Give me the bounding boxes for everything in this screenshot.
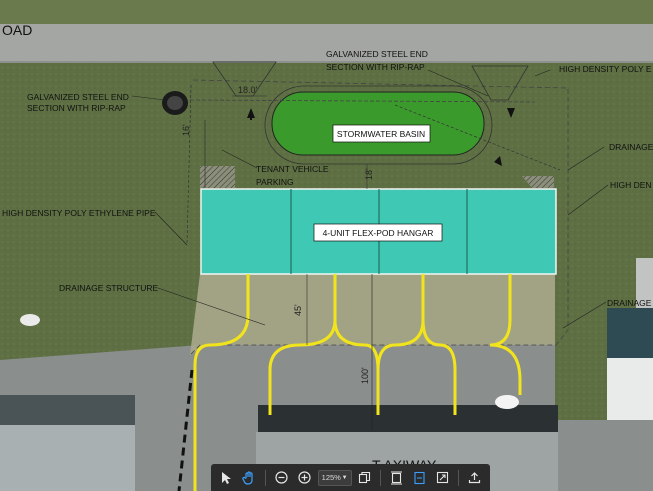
fit-width-icon bbox=[414, 471, 425, 484]
pointer-icon bbox=[222, 471, 232, 484]
label-drainage-left: DRAINAGE STRUCTURE bbox=[59, 283, 159, 293]
label-drainage-right-top: DRAINAGE bbox=[609, 142, 653, 152]
road-label: OAD bbox=[2, 22, 32, 38]
label-hdpe-right: HIGH DENSITY POLY E bbox=[559, 64, 652, 74]
fit-page-button[interactable] bbox=[387, 467, 406, 489]
zoom-level-value: 125% bbox=[321, 473, 341, 482]
parked-car bbox=[20, 314, 40, 326]
copy-icon bbox=[359, 471, 371, 484]
zoom-in-button[interactable] bbox=[295, 467, 314, 489]
label-drainage-right-bottom: DRAINAGE bbox=[607, 298, 652, 308]
dim-left: 16' bbox=[181, 124, 191, 136]
upload-icon bbox=[468, 472, 481, 484]
fullscreen-button[interactable] bbox=[433, 467, 452, 489]
label-galv-top-2: SECTION WITH RIP-RAP bbox=[326, 62, 425, 72]
zoom-out-button[interactable] bbox=[272, 467, 291, 489]
hand-icon bbox=[242, 470, 254, 485]
toolbar-separator bbox=[264, 469, 266, 486]
bottom-building-shadow bbox=[258, 405, 558, 435]
label-high-den-right: HIGH DEN bbox=[610, 180, 652, 190]
dim-apron: 45' bbox=[293, 304, 303, 316]
copy-button[interactable] bbox=[356, 467, 375, 489]
plus-circle-icon bbox=[298, 471, 311, 484]
toolbar-separator bbox=[380, 469, 382, 486]
minus-circle-icon bbox=[275, 471, 288, 484]
stormwater-label: STORMWATER BASIN bbox=[337, 129, 425, 139]
fullscreen-icon bbox=[437, 471, 449, 484]
pan-tool-button[interactable] bbox=[240, 467, 259, 489]
label-tenant-2: PARKING bbox=[256, 177, 294, 187]
top-strip bbox=[0, 0, 653, 24]
label-tenant-1: TENANT VEHICLE bbox=[256, 164, 329, 174]
label-galv-left-2: SECTION WITH RIP-RAP bbox=[27, 103, 126, 113]
toolbar-separator bbox=[458, 469, 460, 486]
label-hdpe-left: HIGH DENSITY POLY ETHYLENE PIPE bbox=[2, 208, 156, 218]
fit-width-button[interactable] bbox=[410, 467, 429, 489]
dim-top: 18.0' bbox=[238, 85, 258, 95]
document-viewer[interactable]: OAD STORMWATER BASIN 4-UNIT FLEX-POD HAN… bbox=[0, 0, 653, 491]
label-galv-left-1: GALVANIZED STEEL END bbox=[27, 92, 129, 102]
dim-mid: 18' bbox=[364, 168, 374, 180]
zoom-level-select[interactable]: 125% ▼ bbox=[317, 469, 352, 486]
site-plan-map: OAD STORMWATER BASIN 4-UNIT FLEX-POD HAN… bbox=[0, 0, 653, 491]
viewer-toolbar: 125% ▼ bbox=[211, 464, 490, 491]
label-galv-top-1: GALVANIZED STEEL END bbox=[326, 49, 428, 59]
hangar-label: 4-UNIT FLEX-POD HANGAR bbox=[323, 228, 434, 238]
chevron-down-icon: ▼ bbox=[341, 474, 348, 481]
export-button[interactable] bbox=[465, 467, 484, 489]
right-building-roof bbox=[607, 308, 653, 358]
select-tool-button[interactable] bbox=[217, 467, 236, 489]
dim-taxi: 100' bbox=[360, 367, 370, 384]
arrow-left-shaft bbox=[250, 110, 252, 120]
fit-page-icon bbox=[391, 471, 403, 484]
moving-car bbox=[495, 395, 519, 409]
left-building-roof bbox=[0, 425, 135, 491]
rip-rap-left-inner bbox=[167, 96, 183, 110]
